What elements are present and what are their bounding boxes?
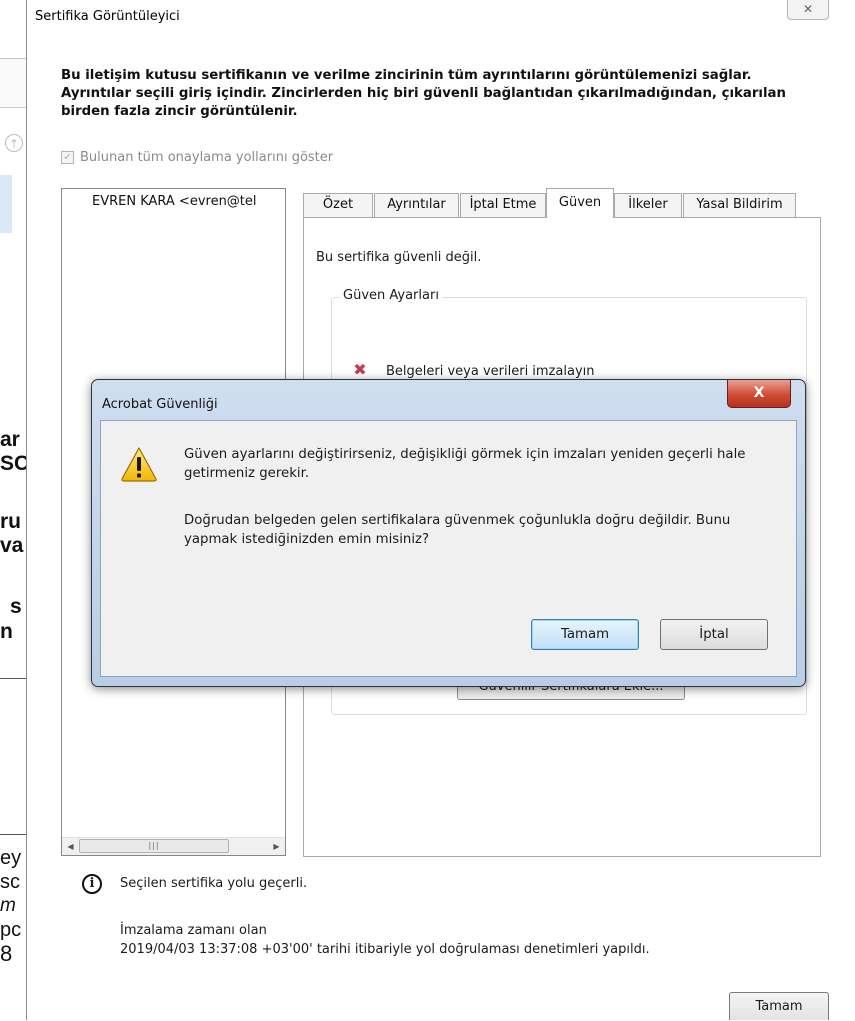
background-text: n bbox=[0, 620, 13, 643]
tab-trust[interactable]: Güven bbox=[546, 188, 614, 218]
background-highlight bbox=[0, 175, 12, 233]
background-text: ey bbox=[0, 847, 22, 869]
trust-setting-row: ✖ Belgeleri veya verileri imzalayın bbox=[350, 360, 595, 379]
trust-settings-legend: Güven Ayarları bbox=[340, 288, 442, 303]
trust-status: Bu sertifika güvenli değil. bbox=[316, 250, 482, 265]
title-bar: Sertifika Görüntüleyici ✕ bbox=[27, 0, 855, 34]
scroll-right-icon[interactable]: ▶ bbox=[268, 838, 285, 855]
dialog-body: Güven ayarlarını değiştirirseniz, değişi… bbox=[100, 420, 797, 677]
dialog-question: Doğrudan belgeden gelen sertifikalara gü… bbox=[184, 513, 731, 547]
dialog-message: Güven ayarlarını değiştirirseniz, değişi… bbox=[184, 447, 746, 481]
warning-icon bbox=[121, 447, 157, 482]
signing-time-detail: 2019/04/03 13:37:08 +03'00' tarihi itiba… bbox=[120, 942, 650, 957]
acrobat-security-dialog: Acrobat Güvenliği X Güven ayarlarını değ… bbox=[91, 379, 806, 687]
scrollbar-thumb[interactable]: ||| bbox=[79, 839, 229, 853]
tab-summary[interactable]: Özet bbox=[303, 193, 373, 217]
tab-details[interactable]: Ayrıntılar bbox=[374, 193, 459, 217]
background-text: ru bbox=[0, 510, 21, 533]
background-text: s bbox=[10, 595, 22, 618]
background-upload-icon: ↑ bbox=[5, 134, 23, 152]
background-text: ar bbox=[0, 428, 20, 451]
dialog-ok-button[interactable]: Tamam bbox=[531, 619, 639, 650]
signing-time-label: İmzalama zamanı olan bbox=[120, 923, 267, 938]
dialog-cancel-button[interactable]: İptal bbox=[660, 619, 768, 650]
close-button[interactable]: ✕ bbox=[787, 0, 829, 20]
trust-setting-label: Belgeleri veya verileri imzalayın bbox=[386, 364, 595, 379]
background-text: 8 bbox=[0, 941, 13, 966]
window-title: Sertifika Görüntüleyici bbox=[35, 9, 180, 24]
background-text: m bbox=[0, 895, 16, 916]
scroll-left-icon[interactable]: ◀ bbox=[62, 838, 79, 855]
dialog-description: Bu iletişim kutusu sertifikanın ve veril… bbox=[61, 68, 786, 119]
horizontal-scrollbar[interactable]: ◀ ||| ▶ bbox=[62, 837, 285, 855]
background-panel bbox=[0, 58, 27, 108]
background-text: SC bbox=[0, 452, 30, 475]
show-all-paths-label: Bulunan tüm onaylama yollarını göster bbox=[80, 150, 334, 165]
background-text: sc bbox=[0, 871, 20, 893]
ok-button[interactable]: Tamam bbox=[729, 992, 829, 1020]
info-icon: i bbox=[82, 874, 102, 894]
dialog-close-button[interactable]: X bbox=[727, 380, 791, 408]
tab-revocation[interactable]: İptal Etme bbox=[460, 193, 546, 217]
tab-policies[interactable]: İlkeler bbox=[614, 193, 682, 217]
background-text: pc bbox=[0, 919, 22, 941]
path-status: Seçilen sertifika yolu geçerli. bbox=[120, 876, 308, 891]
chain-item[interactable]: EVREN KARA <evren@tel bbox=[92, 194, 282, 209]
checkbox-check-icon[interactable]: ✓ bbox=[61, 151, 74, 164]
dialog-title: Acrobat Güvenliği bbox=[102, 397, 218, 412]
deny-icon: ✖ bbox=[353, 360, 367, 379]
tab-legal-notice[interactable]: Yasal Bildirim bbox=[683, 193, 796, 217]
background-text: va bbox=[0, 534, 24, 557]
